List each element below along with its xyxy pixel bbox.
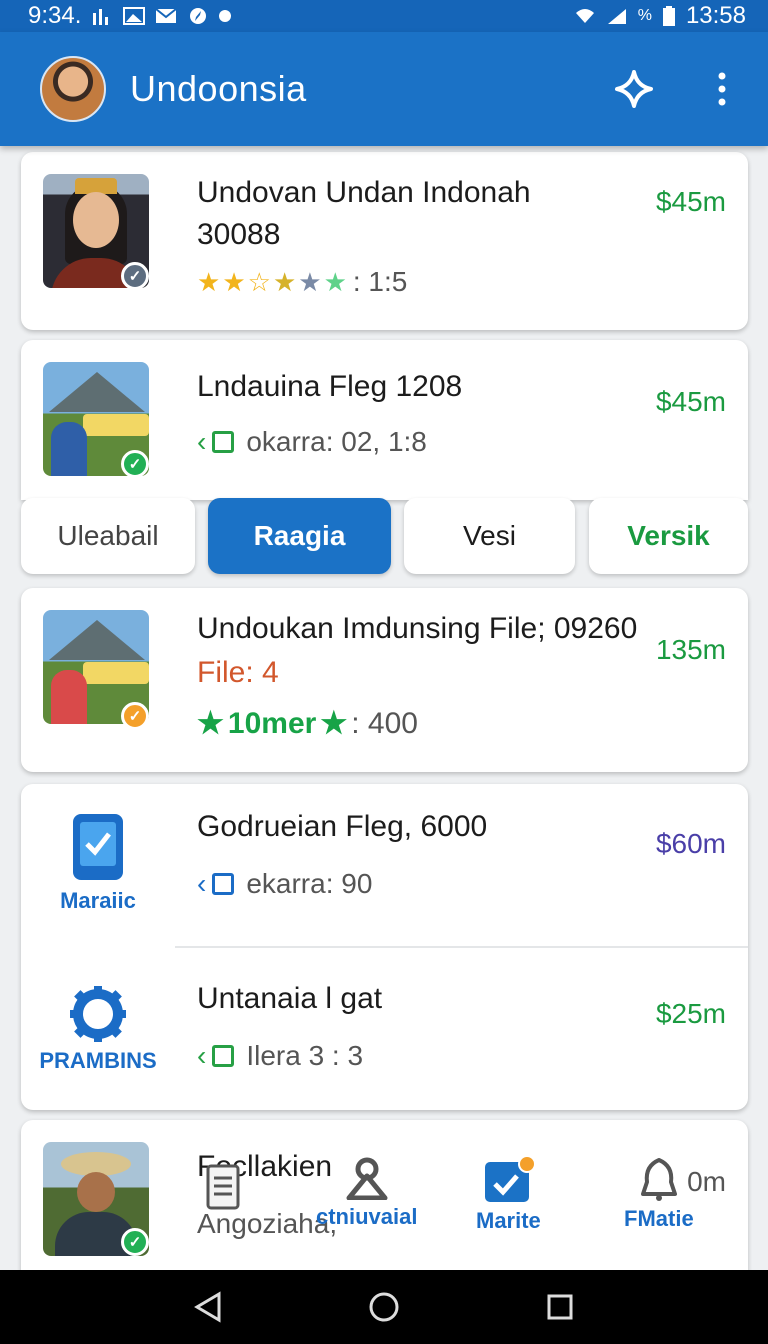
link-icon: ‹ — [197, 1040, 207, 1071]
meta-text: okarra: 02, 1:8 — [246, 426, 427, 457]
back-button[interactable] — [188, 1287, 228, 1327]
card-meta[interactable]: ‹ ekarra: 90 — [197, 868, 372, 900]
home-button[interactable] — [364, 1287, 404, 1327]
card-price: $45m — [655, 386, 726, 417]
nav-marite[interactable]: Marite — [476, 1156, 541, 1234]
check-badge-icon: ✓ — [121, 262, 149, 290]
sparkle-button[interactable] — [612, 67, 656, 111]
meta-text: ekarra: 90 — [246, 868, 373, 899]
nav-document[interactable] — [206, 1164, 240, 1210]
screen: 9:34. % 13:58 Undoonsia ✓ Undovan Undan … — [0, 0, 768, 1344]
box-icon — [212, 873, 235, 895]
mail-icon — [155, 8, 178, 23]
list-card-group: Maraiic Godrueian Fleg, 6000 $60m ‹ ekar… — [21, 784, 748, 1110]
list-card[interactable]: ✓ Lndauina Fleg 1208 $45m ‹ okarra: 02, … — [21, 340, 748, 500]
bottom-nav: ctniuvaial Marite FMatie — [176, 1156, 748, 1266]
chip-uleabail[interactable]: Uleabail — [21, 498, 195, 574]
recents-button[interactable] — [540, 1287, 580, 1327]
wifi-icon — [575, 9, 594, 23]
card-price: $60m — [655, 828, 726, 859]
battery-icon — [662, 6, 675, 26]
gear-icon — [70, 986, 126, 1042]
system-nav-bar — [0, 1270, 768, 1344]
status-clock: 13:58 — [685, 2, 746, 29]
card-meta: ‹ okarra: 02, 1:8 — [197, 426, 427, 458]
overflow-menu-button[interactable] — [700, 67, 744, 111]
signal-percent: % — [637, 7, 652, 24]
document-icon — [206, 1164, 240, 1210]
compass-icon — [190, 8, 207, 24]
more-vert-icon — [718, 72, 726, 106]
cell-signal-icon — [607, 9, 626, 24]
stats-icon — [93, 9, 109, 25]
row-divider — [175, 946, 748, 948]
card-title: Undoukan Imdunsing File; 09260 — [197, 612, 638, 645]
check-badge-icon: ✓ — [121, 702, 149, 730]
logo-caption: Maraiic — [60, 888, 136, 913]
card-rating: ★ ★ ☆ ★ ★ ★ : 1:5 — [197, 266, 407, 298]
card-price: $25m — [655, 998, 726, 1029]
back-triangle-icon — [194, 1291, 221, 1323]
sparkle-icon — [615, 70, 653, 108]
star-icon: ★ — [197, 707, 224, 740]
card-rating: ★ 10mer ★ : 400 — [197, 706, 418, 741]
list-card[interactable]: ✓ Undoukan Imdunsing File; 09260 135m Fi… — [21, 588, 748, 772]
link-icon: ‹ — [197, 426, 207, 457]
recents-square-icon — [547, 1294, 573, 1320]
box-icon — [212, 1045, 235, 1067]
nav-profile[interactable]: ctniuvaial — [316, 1156, 417, 1230]
nav-label: Marite — [476, 1208, 541, 1233]
nav-label: FMatie — [624, 1206, 694, 1231]
box-icon — [212, 431, 235, 453]
chip-vesi[interactable]: Vesi — [404, 498, 575, 574]
rating-label: 10mer — [227, 706, 317, 740]
star-rating-icon: ★ ★ ☆ ★ ★ ★ — [197, 266, 347, 297]
phone-check-icon — [73, 814, 123, 880]
app-bar: Undoonsia — [0, 32, 768, 146]
rating-value: : 400 — [351, 706, 418, 740]
meta-text: Ilera 3 : 3 — [246, 1040, 364, 1071]
profile-avatar[interactable] — [40, 56, 106, 122]
bell-icon — [640, 1158, 677, 1201]
status-right: % 13:58 — [574, 2, 746, 30]
card-title: Lndauina Fleg 1208 — [197, 370, 463, 403]
logo-caption: PRAMBINS — [39, 1048, 157, 1073]
list-card[interactable]: ✓ Undovan Undan Indonah 30088 $45m ★ ★ ☆ ★ ★… — [21, 152, 748, 330]
card-price: $45m — [655, 186, 726, 217]
check-badge-icon: ✓ — [121, 1228, 149, 1256]
app-logo: PRAMBINS — [39, 984, 157, 1074]
user-icon — [346, 1157, 388, 1200]
card-title: Godrueian Fleg, 6000 — [197, 810, 488, 843]
status-time: 9:34. — [28, 2, 82, 29]
chip-versik[interactable]: Versik — [589, 498, 748, 574]
home-circle-icon — [369, 1292, 399, 1322]
app-logo: Maraiic — [41, 812, 155, 914]
check-badge-icon: ✓ — [121, 450, 149, 478]
card-title: Undovan Undan Indonah 30088 — [197, 176, 531, 251]
filter-chip-row: Uleabail Raagia Vesi Versik — [21, 498, 748, 576]
rating-value: : 1:5 — [352, 266, 408, 297]
status-left: 9:34. — [28, 2, 232, 30]
notification-dot-icon — [219, 10, 232, 22]
star-icon: ★ — [320, 707, 348, 740]
image-icon — [123, 7, 146, 25]
card-meta[interactable]: ‹ Ilera 3 : 3 — [197, 1040, 363, 1072]
calendar-check-icon — [485, 1156, 536, 1202]
chip-raagia[interactable]: Raagia — [208, 498, 391, 574]
file-count: File: 4 — [197, 656, 279, 689]
link-icon: ‹ — [197, 868, 207, 899]
nav-label: ctniuvaial — [316, 1204, 418, 1229]
app-title: Undoonsia — [130, 68, 307, 109]
nav-fmatie[interactable]: FMatie — [624, 1156, 694, 1232]
card-price: 135m — [655, 634, 726, 665]
status-bar: 9:34. % 13:58 — [0, 0, 768, 32]
card-title: Untanaia l gat — [197, 982, 383, 1015]
app-bar-actions — [612, 67, 744, 111]
